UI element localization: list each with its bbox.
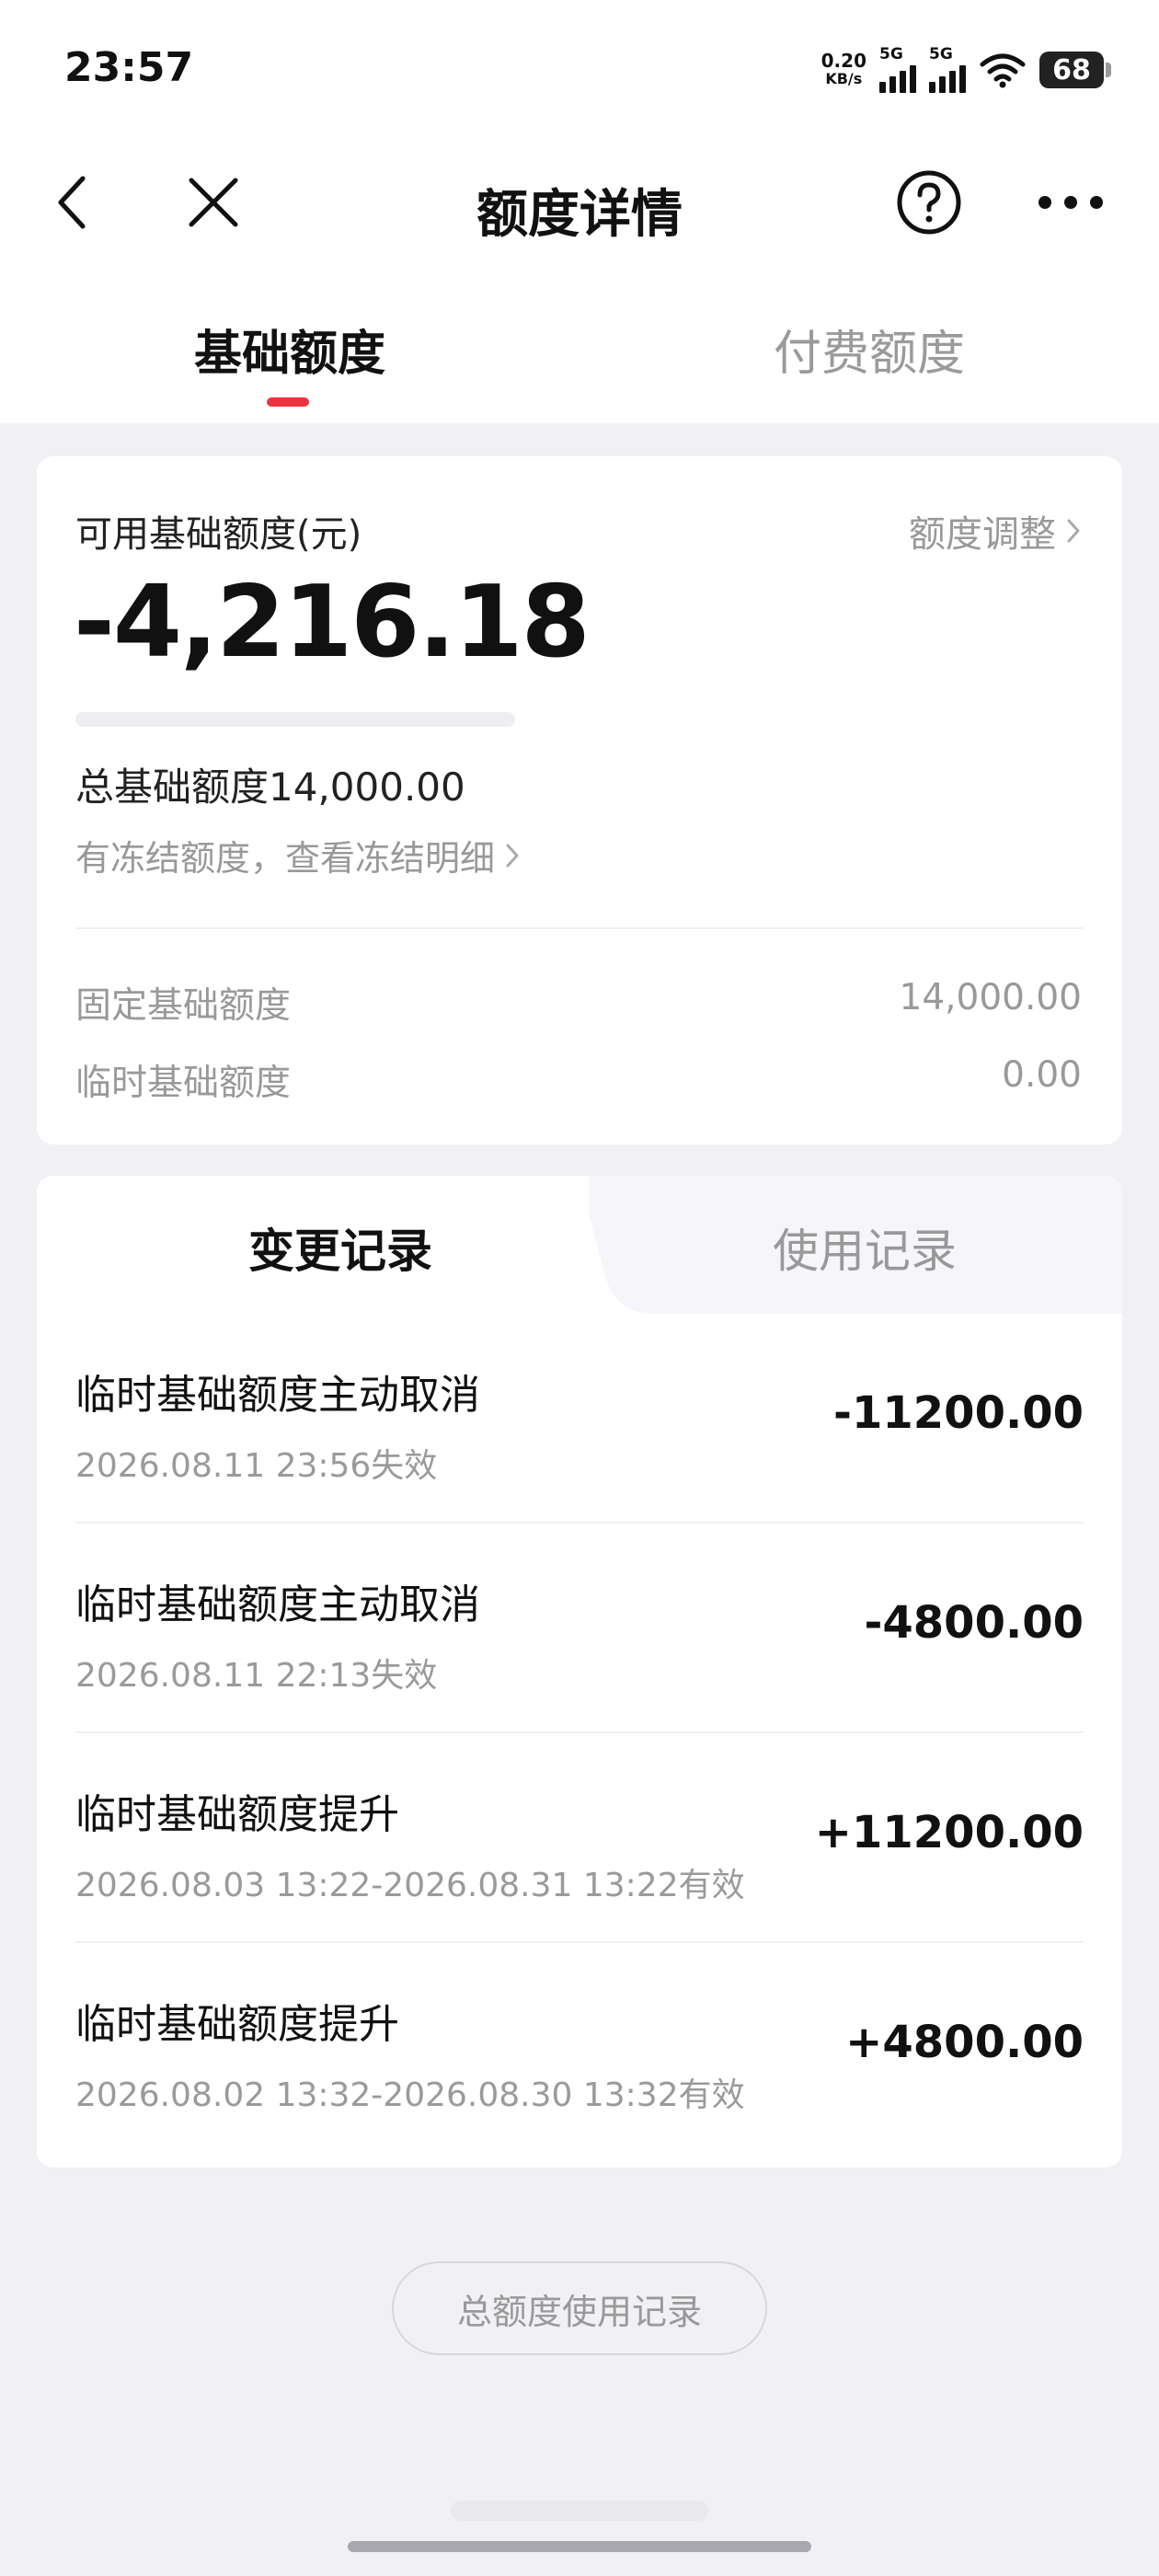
scroll-hint <box>451 2501 708 2521</box>
tab-basic-quota[interactable]: 基础额度 <box>97 315 483 384</box>
record-title: 临时基础额度提升 <box>75 2001 399 2048</box>
fixed-quota-row: 固定基础额度 14,000.00 <box>75 977 1082 1029</box>
list-item[interactable]: 临时基础额度主动取消 2026.08.11 23:56失效 -11200.00 <box>75 1314 1084 1524</box>
record-amount: -4800.00 <box>864 1597 1084 1649</box>
active-tab-indicator <box>267 397 309 407</box>
fixed-quota-value: 14,000.00 <box>899 977 1083 1018</box>
records-card: 变更记录 使用记录 临时基础额度主动取消 2026.08.11 23:56失效 … <box>37 1176 1122 2168</box>
available-amount: -4,216.18 <box>74 565 591 680</box>
record-title: 临时基础额度主动取消 <box>75 1581 480 1628</box>
quota-progress-bar <box>75 712 515 727</box>
record-title: 临时基础额度提升 <box>75 1791 399 1838</box>
more-button[interactable] <box>1034 166 1107 239</box>
quota-summary-card: 可用基础额度(元) 额度调整 -4,216.18 总基础额度14,000.00 … <box>37 456 1122 1144</box>
wifi-icon <box>980 53 1026 88</box>
home-indicator[interactable] <box>348 2541 811 2552</box>
temp-quota-value: 0.00 <box>1002 1054 1082 1096</box>
quota-adjust-link[interactable]: 额度调整 <box>909 504 1082 558</box>
available-quota-label: 可用基础额度(元) <box>75 513 362 556</box>
record-amount: +4800.00 <box>845 2017 1084 2068</box>
record-date: 2026.08.02 13:32-2026.08.30 13:32有效 <box>75 2076 745 2114</box>
network-speed: 0.20 KB/s <box>820 50 866 87</box>
status-time: 23:57 <box>64 44 194 91</box>
record-date: 2026.08.11 22:13失效 <box>75 1657 438 1695</box>
more-dots-icon <box>1039 196 1103 209</box>
fixed-quota-label: 固定基础额度 <box>75 985 292 1027</box>
list-item[interactable]: 临时基础额度提升 2026.08.03 13:22-2026.08.31 13:… <box>75 1733 1084 1943</box>
divider <box>75 927 1084 929</box>
record-title: 临时基础额度主动取消 <box>75 1372 480 1419</box>
record-date: 2026.08.03 13:22-2026.08.31 13:22有效 <box>75 1867 745 1904</box>
tab-paid-quota[interactable]: 付费额度 <box>676 315 1062 384</box>
total-usage-records-button[interactable]: 总额度使用记录 <box>392 2261 767 2355</box>
page-title: 额度详情 <box>476 185 683 245</box>
signal-icon: 5G <box>879 45 916 93</box>
battery-icon: 68 <box>1039 52 1111 88</box>
record-date: 2026.08.11 23:56失效 <box>75 1447 438 1485</box>
list-item[interactable]: 临时基础额度提升 2026.08.02 13:32-2026.08.30 13:… <box>75 1943 1084 2153</box>
record-tabs: 变更记录 使用记录 <box>37 1176 1122 1314</box>
quota-type-tabs: 基础额度 付费额度 <box>0 267 1159 423</box>
total-basic-quota: 总基础额度14,000.00 <box>75 765 465 810</box>
frozen-detail-link[interactable]: 有冻结额度，查看冻结明细 <box>75 830 521 880</box>
tab-usage-records[interactable]: 使用记录 <box>625 1214 1104 1281</box>
record-amount: +11200.00 <box>814 1807 1084 1858</box>
signal-icon: 5G <box>929 45 966 93</box>
temp-quota-row: 临时基础额度 0.00 <box>75 1054 1082 1106</box>
tab-change-records[interactable]: 变更记录 <box>101 1214 580 1281</box>
record-amount: -11200.00 <box>833 1387 1084 1439</box>
list-item[interactable]: 临时基础额度主动取消 2026.08.11 22:13失效 -4800.00 <box>75 1524 1084 1733</box>
help-button[interactable] <box>892 166 966 239</box>
help-circle-icon <box>897 170 961 235</box>
status-bar: 23:57 0.20 KB/s 5G 5G 68 <box>0 0 1159 138</box>
status-icons: 0.20 KB/s 5G 5G 68 <box>820 45 1111 94</box>
chevron-right-icon <box>506 844 519 867</box>
chevron-right-icon <box>1067 519 1080 543</box>
nav-bar: 额度详情 <box>0 138 1159 267</box>
temp-quota-label: 临时基础额度 <box>75 1063 292 1104</box>
